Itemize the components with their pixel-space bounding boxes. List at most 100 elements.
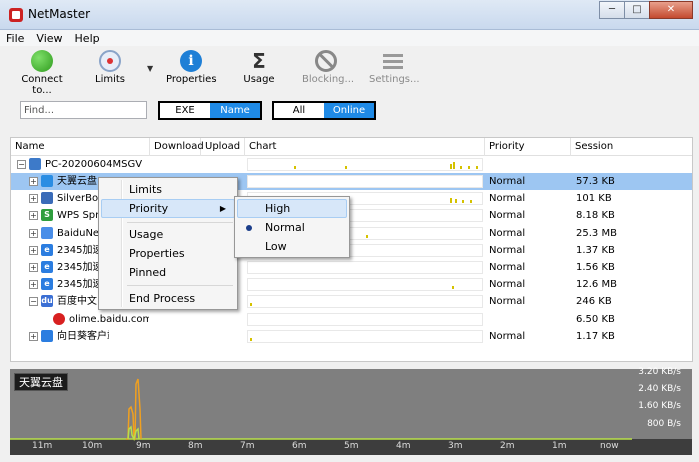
activity-mark (452, 286, 454, 290)
column-chart[interactable]: Chart (245, 138, 485, 156)
limits-dropdown-icon[interactable]: ▼ (147, 64, 153, 73)
activity-mark (455, 199, 457, 204)
maximize-button[interactable]: □ (624, 1, 650, 19)
computer-icon (29, 158, 41, 170)
x-tick: 11m (32, 441, 53, 451)
row-chart (247, 261, 483, 274)
filter-exe[interactable]: EXE (160, 103, 210, 118)
info-icon: i (180, 50, 202, 72)
collapse-icon[interactable]: − (29, 297, 38, 307)
ctx-priority[interactable]: Priority ▶ (101, 199, 235, 218)
expand-icon[interactable]: + (29, 245, 38, 255)
expand-icon[interactable]: + (29, 331, 38, 341)
expand-icon[interactable]: + (29, 211, 38, 221)
ctx-end-process[interactable]: End Process (101, 289, 235, 308)
process-session: 1.37 KB (576, 244, 615, 256)
ctx-pinned[interactable]: Pinned (101, 263, 235, 282)
table-row[interactable]: olime.baidu.com... 6.50 KB (11, 311, 692, 328)
process-session: 6.50 KB (576, 313, 615, 325)
column-session[interactable]: Session (571, 138, 692, 156)
table-row[interactable]: + 向日葵客户端 Normal 1.17 KB (11, 328, 692, 345)
title-bar: NetMaster ─ □ ✕ (0, 0, 699, 30)
filter-name[interactable]: Name (210, 103, 260, 118)
collapse-icon[interactable]: − (17, 160, 26, 169)
process-priority: Normal (489, 244, 526, 256)
limits-gauge-icon (99, 50, 121, 72)
filter-online[interactable]: Online (324, 103, 374, 118)
window-title: NetMaster (28, 7, 91, 21)
connect-button[interactable]: Connect to... (12, 50, 72, 96)
context-menu: Limits Priority ▶ Usage Properties Pinne… (98, 177, 238, 310)
expand-icon[interactable]: + (29, 194, 38, 204)
process-icon (41, 226, 53, 239)
column-name[interactable]: Name (11, 138, 150, 156)
process-session: 57.3 KB (576, 176, 615, 187)
process-priority: Normal (489, 227, 526, 239)
menu-help[interactable]: Help (69, 32, 106, 45)
find-input[interactable] (20, 101, 147, 119)
limits-label: Limits (95, 74, 125, 85)
process-icon (41, 329, 53, 342)
settings-button[interactable]: Settings... (369, 50, 420, 85)
filter-all[interactable]: All (274, 103, 324, 118)
expand-icon[interactable]: + (29, 280, 38, 290)
minimize-button[interactable]: ─ (599, 1, 625, 19)
x-tick: 7m (240, 441, 255, 451)
activity-mark (470, 200, 472, 204)
process-icon (53, 312, 65, 325)
menu-bar: File View Help (0, 30, 699, 46)
usage-button[interactable]: Σ Usage (242, 49, 276, 85)
close-button[interactable]: ✕ (649, 1, 693, 19)
traffic-graph: 天翼云盘 3.20 KB/s 2.40 KB/s 1.60 KB/s 800 B… (10, 367, 692, 455)
process-name: olime.baidu.com... (69, 313, 149, 325)
settings-label: Settings... (369, 74, 420, 85)
blocking-button[interactable]: Blocking... (302, 50, 355, 85)
ctx-properties[interactable]: Properties (101, 244, 235, 263)
app-icon (9, 8, 23, 22)
connect-icon (31, 50, 53, 72)
ctx-priority-label: Priority (129, 202, 169, 215)
usage-label: Usage (243, 74, 275, 85)
process-priority: Normal (489, 210, 526, 222)
row-chart (247, 158, 483, 171)
ctx-separator (127, 285, 233, 286)
priority-normal[interactable]: Normal (237, 218, 347, 237)
x-tick: 4m (396, 441, 411, 451)
activity-mark (450, 198, 452, 204)
properties-button[interactable]: i Properties (166, 50, 217, 85)
ctx-usage[interactable]: Usage (101, 225, 235, 244)
process-session: 101 KB (576, 193, 612, 205)
x-tick: 5m (344, 441, 359, 451)
priority-normal-label: Normal (265, 221, 305, 234)
priority-low[interactable]: Low (237, 237, 347, 256)
ctx-limits[interactable]: Limits (101, 180, 235, 199)
x-tick: 1m (552, 441, 567, 451)
radio-selected-icon (246, 225, 252, 231)
column-upload[interactable]: Upload (201, 138, 245, 156)
menu-view[interactable]: View (30, 32, 68, 45)
process-priority: Normal (489, 279, 526, 291)
menu-file[interactable]: File (0, 32, 30, 45)
row-chart (247, 312, 483, 326)
expand-icon[interactable]: + (29, 263, 38, 272)
column-priority[interactable]: Priority (485, 138, 571, 156)
process-icon: S (41, 209, 53, 222)
process-priority: Normal (489, 193, 526, 205)
process-icon (41, 175, 53, 187)
row-chart (247, 329, 483, 343)
priority-high[interactable]: High (237, 199, 347, 218)
y-tick: 2.40 KB/s (638, 384, 681, 394)
y-tick: 3.20 KB/s (638, 367, 681, 377)
column-download[interactable]: Download (150, 138, 204, 156)
limits-button[interactable]: Limits (93, 50, 127, 85)
process-icon (41, 192, 53, 205)
expand-icon[interactable]: + (29, 228, 38, 238)
process-icon: e (41, 243, 53, 256)
process-icon: du (41, 295, 53, 308)
x-tick: 9m (136, 441, 151, 451)
blocking-label: Blocking... (302, 74, 355, 85)
host-row[interactable]: − PC-20200604MSGV (11, 156, 692, 173)
x-tick: 3m (448, 441, 463, 451)
expand-icon[interactable]: + (29, 177, 38, 186)
window-controls: ─ □ ✕ (599, 1, 693, 19)
